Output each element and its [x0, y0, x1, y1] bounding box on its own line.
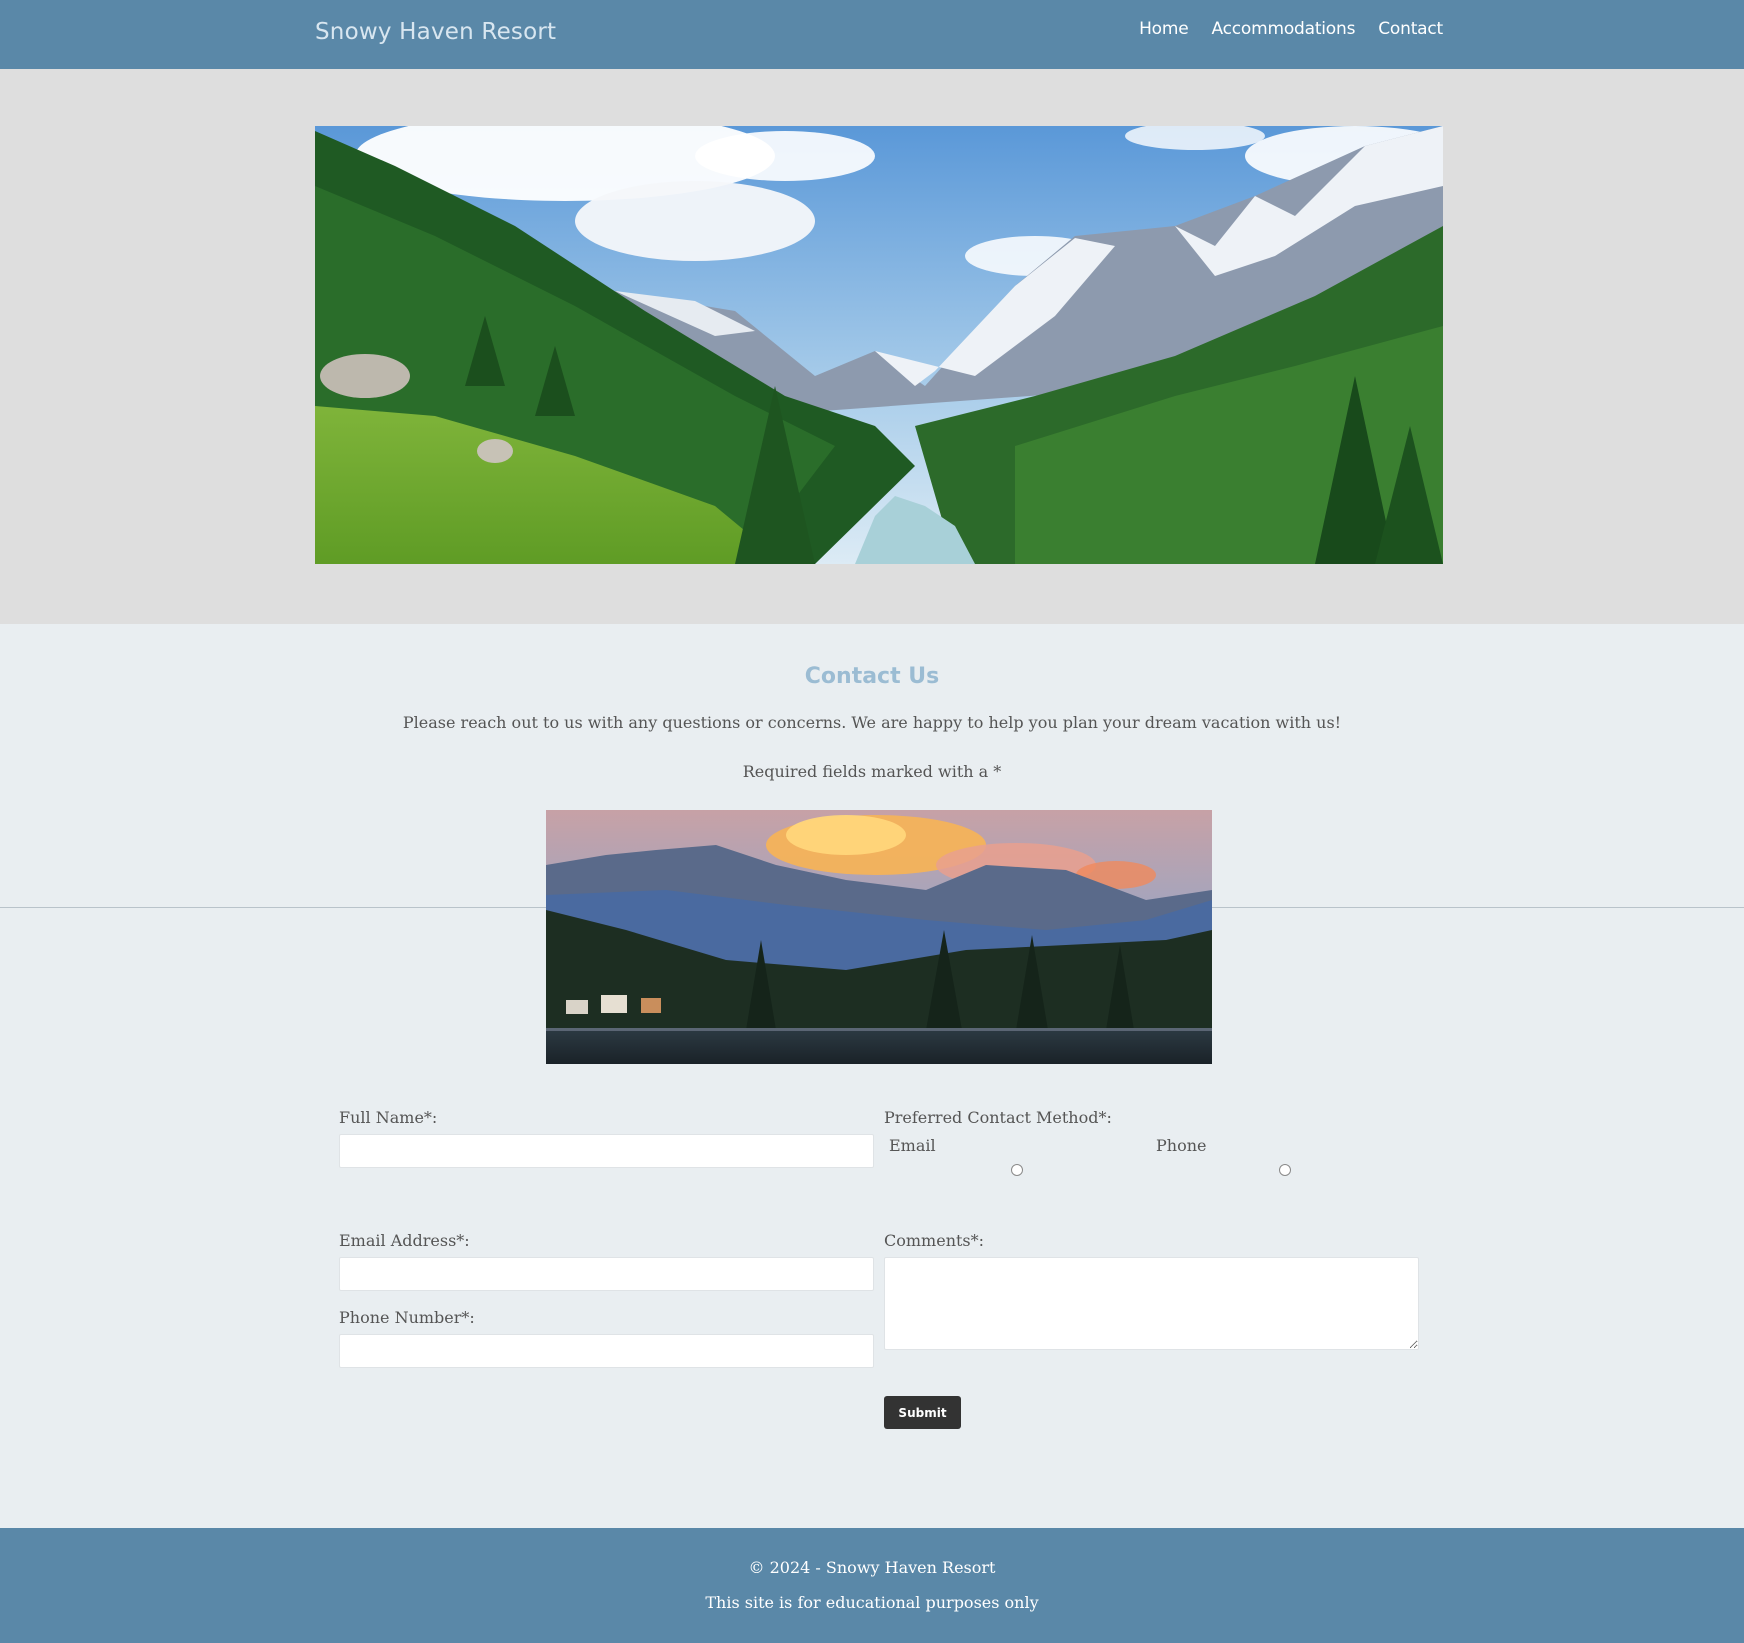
contact-method-email-label: Email: [889, 1136, 936, 1155]
main-nav: Home Accommodations Contact: [1139, 19, 1443, 39]
sunset-lake-image: [546, 810, 1212, 1064]
contact-title: Contact Us: [804, 664, 940, 689]
full-name-label: Full Name*:: [339, 1108, 438, 1127]
email-address-label: Email Address*:: [339, 1231, 470, 1250]
submit-button[interactable]: Submit: [884, 1396, 961, 1429]
site-header: Snowy Haven Resort Home Accommodations C…: [0, 0, 1744, 69]
email-address-input[interactable]: [339, 1257, 874, 1291]
phone-number-label: Phone Number*:: [339, 1308, 475, 1327]
contact-method-phone-radio[interactable]: [1279, 1164, 1291, 1176]
nav-contact-link[interactable]: Contact: [1378, 19, 1443, 39]
comments-textarea[interactable]: [884, 1257, 1419, 1350]
comments-label: Comments*:: [884, 1231, 985, 1250]
hero-section: [0, 69, 1744, 624]
footer-note: This site is for educational purposes on…: [705, 1593, 1039, 1612]
site-footer: © 2024 - Snowy Haven Resort This site is…: [0, 1528, 1744, 1643]
contact-method-email-radio[interactable]: [1011, 1164, 1023, 1176]
hero-mountain-valley-image: [315, 126, 1443, 564]
contact-intro: Please reach out to us with any question…: [402, 713, 1342, 732]
required-note: Required fields marked with a *: [742, 762, 1002, 781]
contact-section: Contact Us Please reach out to us with a…: [0, 624, 1744, 1528]
nav-accommodations-link[interactable]: Accommodations: [1211, 19, 1355, 39]
footer-copyright: © 2024 - Snowy Haven Resort: [748, 1558, 996, 1577]
phone-number-input[interactable]: [339, 1334, 874, 1368]
nav-home-link[interactable]: Home: [1139, 19, 1189, 39]
site-brand[interactable]: Snowy Haven Resort: [315, 19, 556, 45]
contact-method-label: Preferred Contact Method*:: [884, 1108, 1112, 1127]
full-name-input[interactable]: [339, 1134, 874, 1168]
contact-method-phone-label: Phone: [1156, 1136, 1207, 1155]
